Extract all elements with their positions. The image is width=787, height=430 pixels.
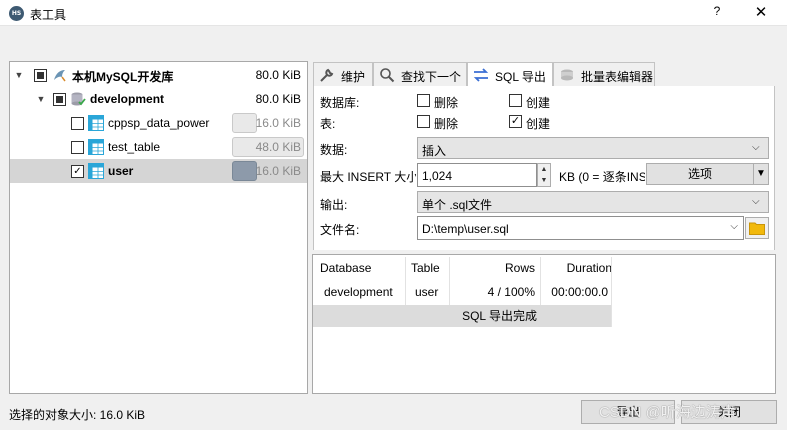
table-label: user — [108, 164, 134, 178]
export-arrows-icon — [473, 68, 489, 82]
server-size: 80.0 KiB — [255, 68, 301, 82]
table-cell: 00:00:00.0 — [551, 285, 608, 299]
table-checkbox[interactable] — [71, 117, 84, 130]
table-icon — [88, 163, 104, 179]
watermark: CSDN @听海边涛声 — [599, 404, 736, 421]
column-header[interactable]: Duration — [540, 256, 612, 280]
stepper-down-icon[interactable]: ▼ — [538, 175, 550, 186]
chevron-down-icon[interactable]: ▼ — [13, 69, 25, 81]
options-button[interactable]: 选项 — [646, 163, 754, 185]
database-drop-checkbox[interactable] — [417, 94, 430, 107]
database-create-label: 创建 — [526, 96, 551, 110]
database-size: 80.0 KiB — [255, 92, 301, 106]
filename-input[interactable]: D:\temp\user.sql ⌵ — [417, 216, 744, 240]
table-create-label: 创建 — [526, 117, 551, 131]
table-label: cppsp_data_power — [108, 116, 210, 130]
table-icon — [88, 139, 104, 155]
selected-size-status: 选择的对象大小: 16.0 KiB — [9, 408, 146, 422]
object-tree[interactable]: ▼ 本机MySQL开发库 80.0 KiB ▼ development 80.0… — [9, 61, 308, 394]
database-drop-label: 删除 — [434, 96, 459, 110]
table-size: 16.0 KiB — [255, 116, 301, 130]
tree-item-database[interactable]: ▼ development 80.0 KiB — [10, 87, 307, 111]
max-insert-label: 最大 INSERT 大小 — [320, 170, 416, 184]
folder-icon — [749, 222, 765, 235]
window-close-button[interactable]: ✕ — [751, 3, 771, 23]
server-label: 本机MySQL开发库 — [72, 70, 174, 84]
mysql-dolphin-icon — [54, 70, 66, 82]
tab-bulk-table-editor[interactable]: 批量表编辑器 — [553, 62, 655, 86]
server-checkbox[interactable] — [34, 69, 47, 82]
table-size: 16.0 KiB — [255, 164, 301, 178]
table-cell: development — [324, 285, 393, 299]
output-select[interactable]: 单个 .sql文件 ⌵ — [417, 191, 769, 213]
tab-sql-export[interactable]: SQL 导出 — [467, 62, 553, 87]
chevron-down-icon[interactable]: ▼ — [35, 93, 47, 105]
table-checkbox[interactable] — [71, 141, 84, 154]
size-bar — [232, 113, 257, 133]
column-header[interactable]: Rows — [451, 256, 535, 280]
table-label: test_table — [108, 140, 161, 154]
database-stack-icon — [561, 69, 573, 81]
table-icon — [88, 115, 104, 131]
tab-maintenance[interactable]: 维护 — [313, 62, 373, 86]
chevron-down-icon: ⌵ — [752, 196, 760, 207]
output-label: 输出: — [320, 198, 348, 212]
tree-item-table-selected[interactable]: ✓ user 16.0 KiB — [10, 159, 307, 183]
tree-item-server[interactable]: ▼ 本机MySQL开发库 80.0 KiB — [10, 63, 307, 87]
export-results-grid[interactable]: Database Table Rows Duration development… — [312, 254, 776, 394]
magnifier-icon — [380, 68, 395, 83]
table-drop-label: 删除 — [434, 117, 459, 131]
data-mode-select[interactable]: 插入 ⌵ — [417, 137, 769, 159]
database-label: development — [90, 92, 165, 106]
tree-item-table[interactable]: cppsp_data_power 16.0 KiB — [10, 111, 307, 135]
table-size: 48.0 KiB — [255, 140, 301, 154]
title-bar: HS 表工具 ? ✕ — [0, 0, 787, 26]
table-cell: user — [415, 285, 439, 299]
table-options-label: 表: — [320, 117, 336, 131]
window-title: 表工具 — [30, 8, 67, 22]
tab-find-next[interactable]: 查找下一个 — [373, 62, 467, 86]
max-insert-input[interactable]: 1,024 — [417, 163, 537, 187]
database-options-label: 数据库: — [320, 96, 360, 110]
chevron-down-icon[interactable]: ⌵ — [730, 221, 738, 232]
column-header[interactable]: Table — [411, 256, 451, 280]
database-create-checkbox[interactable] — [509, 94, 522, 107]
max-insert-stepper[interactable]: ▲ ▼ — [537, 163, 551, 187]
table-drop-checkbox[interactable] — [417, 115, 430, 128]
table-cell: 4 / 100% — [487, 285, 535, 299]
table-create-checkbox-checked[interactable]: ✓ — [509, 115, 522, 128]
options-dropdown-arrow-icon[interactable]: ▼ — [753, 163, 769, 185]
column-divider — [611, 257, 612, 327]
export-options-panel: 数据库: 删除 创建 表: 删除 ✓ 创建 数据: 插入 ⌵ 最大 INSERT… — [313, 86, 775, 250]
column-header[interactable]: Database — [320, 256, 400, 280]
wrench-icon — [320, 68, 334, 82]
table-checkbox-checked[interactable]: ✓ — [71, 165, 84, 178]
stepper-up-icon[interactable]: ▲ — [538, 164, 550, 175]
kb-note: KB (0 = 逐条INSERT) — [559, 170, 645, 184]
size-bar — [232, 161, 257, 181]
tree-item-table[interactable]: test_table 48.0 KiB — [10, 135, 307, 159]
export-status: SQL 导出完成 — [462, 309, 537, 323]
app-logo-icon: HS — [9, 6, 24, 21]
database-icon — [71, 92, 86, 106]
database-checkbox[interactable] — [53, 93, 66, 106]
chevron-down-icon: ⌵ — [752, 142, 760, 153]
browse-folder-button[interactable] — [745, 217, 769, 239]
data-label: 数据: — [320, 143, 348, 157]
filename-label: 文件名: — [320, 223, 360, 237]
help-button[interactable]: ? — [709, 4, 725, 22]
